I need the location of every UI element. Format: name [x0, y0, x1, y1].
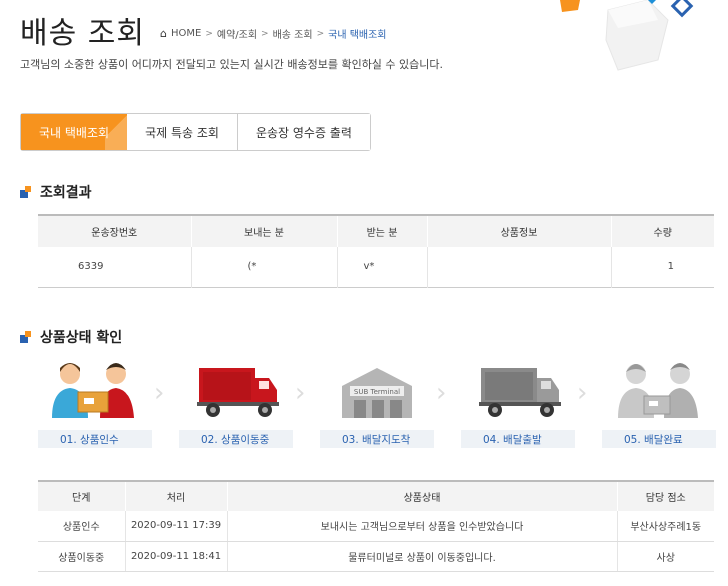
page-title: 배송 조회 [20, 16, 145, 51]
breadcrumb-current: 국내 택배조회 [328, 30, 387, 41]
step-out-for-delivery: 04. 배달출발 [461, 356, 575, 448]
tab-international[interactable]: 국제 특송 조회 [127, 114, 238, 150]
breadcrumb-separator: > [261, 28, 269, 39]
tracking-tabs: 국내 택배조회 국제 특송 조회 운송장 영수증 출력 [20, 113, 371, 151]
table-row: 상품이동중 2020-09-11 18:41 물류터미널로 상품이 이동중입니다… [38, 541, 714, 572]
step-label: 01. 상품인수 [38, 430, 152, 448]
history-stage: 상품이동중 [38, 541, 125, 572]
breadcrumb-separator: > [316, 28, 325, 39]
section-bullet-icon [20, 331, 32, 343]
history-branch: 부산사상주례1동 [616, 511, 714, 542]
delivery-complete-icon [602, 356, 716, 426]
section-bullet-icon [20, 186, 32, 198]
product-info [426, 247, 611, 287]
chevron-right-icon: › [436, 378, 447, 408]
tab-domestic[interactable]: 국내 택배조회 [21, 114, 128, 150]
step-label: 02. 상품이동중 [179, 430, 293, 448]
table-row: 상품인수 2020-09-11 17:39 보내시는 고객님으로부터 상품을 인… [38, 511, 714, 542]
column-header: 담당 점소 [616, 481, 714, 511]
step-label: 05. 배달완료 [602, 430, 716, 448]
history-header-row: 단계 처리 상품상태 담당 점소 [38, 481, 714, 511]
red-truck-icon [179, 356, 293, 426]
breadcrumb-separator: > [205, 28, 213, 39]
step-label: 03. 배달지도착 [320, 430, 434, 448]
step-in-transit: 02. 상품이동중 [179, 356, 293, 448]
home-icon[interactable]: ⌂ [160, 27, 167, 40]
breadcrumb: ⌂ HOME > 예약/조회 > 배송 조회 > 국내 택배조회 [160, 26, 387, 41]
package-handover-icon [38, 356, 152, 426]
history-branch: 사상 [616, 541, 714, 572]
receiver: v* [336, 247, 427, 287]
column-header: 처리 [124, 481, 227, 511]
step-received: 01. 상품인수 [38, 356, 152, 448]
result-table: 운송장번호 보내는 분 받는 분 상품정보 수량 6339 (* v* 1 [38, 214, 714, 288]
status-heading-text: 상품상태 확인 [40, 330, 123, 346]
column-header: 보내는 분 [190, 215, 337, 247]
waybill-number: 6339 [78, 261, 104, 273]
step-delivered: 05. 배달완료 [602, 356, 716, 448]
terminal-building-icon: SUB Terminal [320, 356, 434, 426]
table-row: 6339 (* v* 1 [38, 247, 714, 287]
chevron-right-icon: › [577, 378, 588, 408]
history-time: 2020-09-11 17:39 [124, 511, 227, 542]
result-header-row: 운송장번호 보내는 분 받는 분 상품정보 수량 [38, 215, 714, 247]
result-heading-text: 조회결과 [40, 185, 92, 201]
page-subtitle: 고객님의 소중한 상품이 어디까지 전달되고 있는지 실시간 배송정보를 확인하… [20, 58, 444, 71]
status-heading: 상품상태 확인 [20, 327, 122, 347]
tab-receipt-print[interactable]: 운송장 영수증 출력 [237, 114, 370, 150]
column-header: 상품상태 [226, 481, 617, 511]
grey-truck-icon [461, 356, 575, 426]
chevron-right-icon: › [154, 378, 165, 408]
delivery-steps: 01. 상품인수 › 02. 상품이동중 › SUB Terminal 03. … [38, 356, 716, 448]
result-heading: 조회결과 [20, 182, 92, 202]
history-stage: 상품인수 [38, 511, 125, 542]
column-header: 운송장번호 [38, 215, 191, 247]
column-header: 수량 [610, 215, 714, 247]
column-header: 받는 분 [336, 215, 427, 247]
quantity: 1 [610, 247, 714, 287]
sender: (* [190, 247, 337, 287]
step-arrived: SUB Terminal 03. 배달지도착 [320, 356, 434, 448]
breadcrumb-home[interactable]: HOME [171, 28, 201, 39]
history-status: 보내시는 고객님으로부터 상품을 인수받았습니다 [226, 511, 617, 542]
history-status: 물류터미널로 상품이 이동중입니다. [226, 541, 617, 572]
history-time: 2020-09-11 18:41 [124, 541, 227, 572]
breadcrumb-item-reservation[interactable]: 예약/조회 [217, 26, 257, 41]
column-header: 단계 [38, 481, 125, 511]
terminal-sign: SUB Terminal [354, 388, 400, 396]
decorative-cubes [548, 0, 728, 90]
breadcrumb-item-tracking[interactable]: 배송 조회 [273, 26, 313, 41]
column-header: 상품정보 [426, 215, 611, 247]
step-label: 04. 배달출발 [461, 430, 575, 448]
history-table: 단계 처리 상품상태 담당 점소 상품인수 2020-09-11 17:39 보… [38, 480, 714, 572]
chevron-right-icon: › [295, 378, 306, 408]
